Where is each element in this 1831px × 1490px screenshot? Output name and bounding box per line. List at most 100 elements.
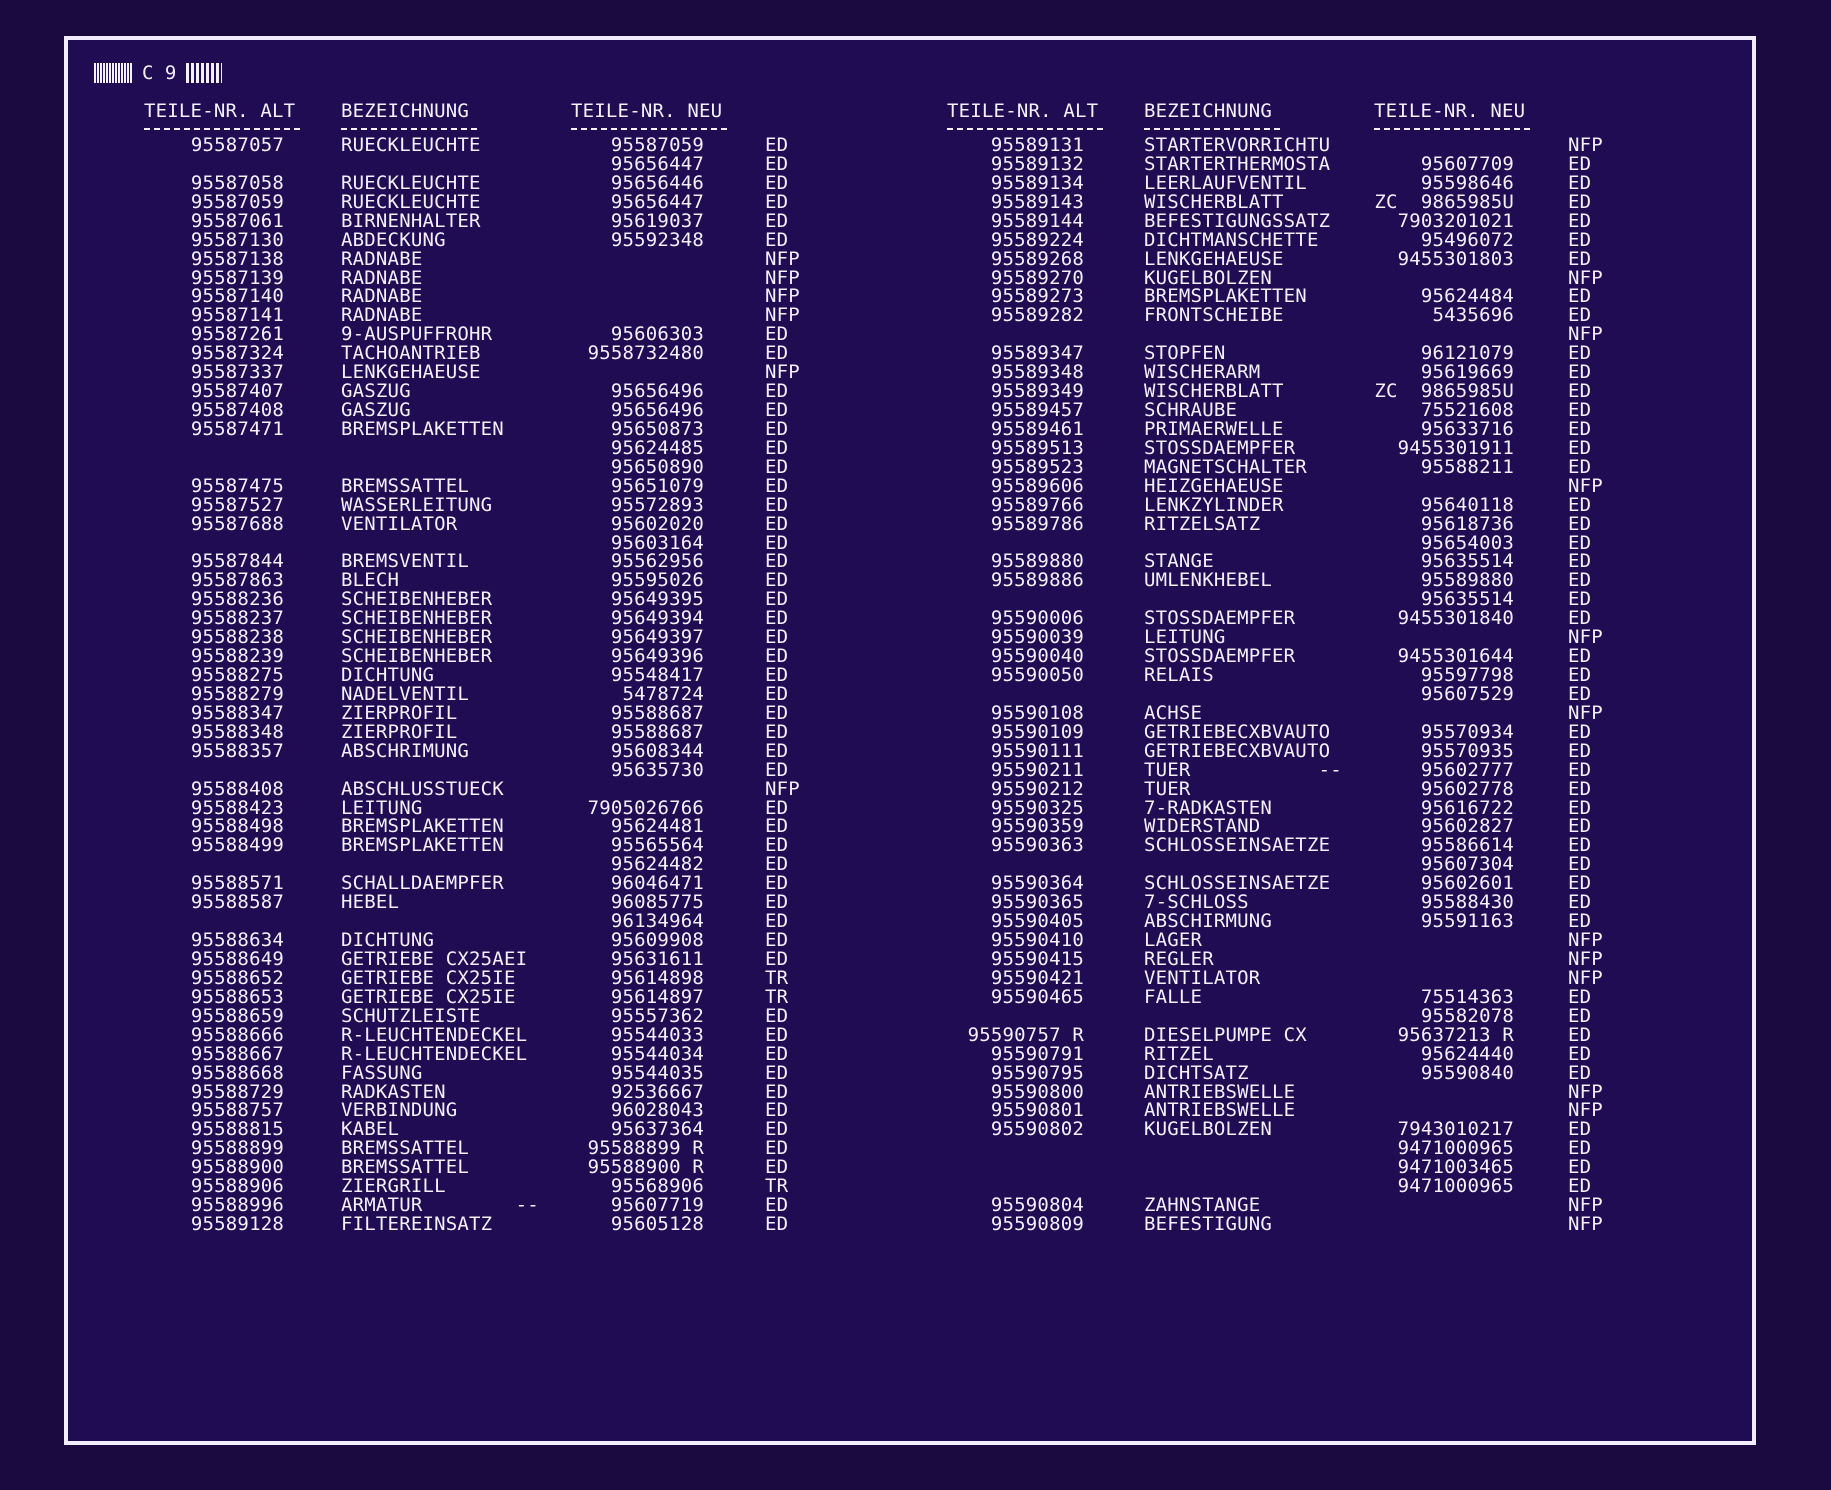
header-underline — [341, 128, 477, 130]
bezeichnung-cell: UMLENKHEBEL — [1144, 569, 1273, 592]
teile-nr-alt-cell: 95590212 — [990, 777, 1084, 800]
teile-nr-alt-cell: 95590802 — [990, 1118, 1084, 1141]
teile-nr-alt-cell: 95588357 — [190, 739, 284, 762]
bezeichnung-cell: RUECKLEUCHTE — [341, 171, 481, 194]
teile-nr-alt-cell: 95587471 — [190, 417, 284, 440]
teile-nr-alt-cell: 95589128 — [190, 1213, 284, 1235]
bezeichnung-cell: FILTEREINSATZ — [341, 1213, 493, 1235]
bezeichnung-cell: BREMSSATTEL — [341, 474, 470, 497]
bezeichnung-cell: DICHTSATZ — [1144, 1061, 1249, 1084]
teile-nr-neu-cell: 9558732480 — [587, 342, 704, 365]
teile-nr-alt-cell: 95588653 — [190, 985, 284, 1008]
bezeichnung-cell: FRONTSCHEIBE — [1144, 304, 1284, 327]
teile-nr-alt-cell: 95590757 R — [967, 1023, 1084, 1046]
teile-nr-alt-cell: 95587130 — [190, 228, 284, 251]
status-code-cell: ED — [1568, 1023, 1592, 1046]
bezeichnung-cell: TUER — [1144, 777, 1191, 800]
bezeichnung-cell: SCHUTZLEISTE — [341, 1004, 481, 1027]
teile-nr-neu-cell: 95591163 — [1420, 910, 1514, 933]
teile-nr-neu-cell: ZC 9865985U — [1374, 190, 1514, 213]
status-code-cell: ED — [765, 1042, 789, 1065]
barcode-mark — [94, 63, 132, 83]
status-code-cell: ED — [1568, 247, 1592, 270]
teile-nr-neu-cell: 95588687 — [610, 720, 704, 743]
teile-nr-neu-cell: 95624440 — [1420, 1042, 1514, 1065]
status-code-cell: ED — [1568, 1061, 1592, 1084]
teile-nr-neu-cell: 9455301840 — [1397, 607, 1514, 630]
teile-nr-alt-cell: 95590791 — [990, 1042, 1084, 1065]
teile-nr-neu-cell: 95544034 — [610, 1042, 704, 1065]
status-code-cell: ED — [765, 190, 789, 213]
teile-nr-alt-cell: 95590809 — [990, 1213, 1084, 1235]
status-code-cell: ED — [1568, 985, 1592, 1008]
header-bezeichnung: BEZEICHNUNG — [341, 100, 470, 122]
teile-nr-alt-cell: 95587057 — [190, 134, 284, 156]
header-teile-nr-alt: TEILE-NR. ALT — [947, 100, 1099, 122]
teile-nr-neu-cell: 75514363 — [1420, 985, 1514, 1008]
status-code-cell: ED — [1568, 739, 1592, 762]
bezeichnung-cell: LENKZYLINDER — [1144, 493, 1284, 516]
teile-nr-alt-cell: 95589224 — [990, 228, 1084, 251]
status-code-cell: ED — [765, 1213, 789, 1235]
bezeichnung-cell: HEBEL — [341, 891, 400, 914]
bezeichnung-cell: ABDECKUNG — [341, 228, 446, 251]
bezeichnung-cell: ZIERPROFIL — [341, 720, 458, 743]
teile-nr-alt-cell: 95589143 — [990, 190, 1084, 213]
header-underline — [1144, 128, 1280, 130]
teile-nr-alt-cell: 95589268 — [990, 247, 1084, 270]
teile-nr-alt-cell: 95589786 — [990, 512, 1084, 535]
status-code-cell: ED — [765, 1004, 789, 1027]
bezeichnung-cell: RUECKLEUCHTE — [341, 190, 481, 213]
status-code-cell: NFP — [1568, 474, 1603, 497]
teile-nr-neu-cell: 95635730 — [610, 758, 704, 781]
bezeichnung-cell: GETRIEBECXBVAUTO — [1144, 739, 1331, 762]
teile-nr-neu-cell: 95496072 — [1420, 228, 1514, 251]
teile-nr-neu-cell: 95656446 — [610, 171, 704, 194]
barcode-mark — [186, 63, 223, 83]
bezeichnung-cell: HEIZGEHAEUSE — [1144, 474, 1284, 497]
status-code-cell: ED — [765, 1023, 789, 1046]
teile-nr-neu-cell: 95656447 — [610, 190, 704, 213]
status-code-cell: ED — [765, 739, 789, 762]
status-code-cell: ED — [765, 493, 789, 516]
bezeichnung-cell: BREMSPLAKETTEN — [341, 834, 504, 857]
header-underline — [144, 128, 300, 130]
bezeichnung-cell: GETRIEBE CX25IE — [341, 985, 516, 1008]
bezeichnung-cell: VENTILATOR — [341, 512, 458, 535]
teile-nr-alt-cell: 95587061 — [190, 209, 284, 232]
teile-nr-neu-cell: 95651079 — [610, 474, 704, 497]
header-teile-nr-neu: TEILE-NR. NEU — [571, 100, 723, 122]
bezeichnung-cell: RUECKLEUCHTE — [341, 134, 481, 156]
teile-nr-alt-cell: 95588666 — [190, 1023, 284, 1046]
status-code-cell: ED — [765, 455, 789, 478]
teile-nr-neu-cell: 95557362 — [610, 1004, 704, 1027]
status-code-cell: ED — [1568, 171, 1592, 194]
teile-nr-alt-cell: 95590211 — [990, 758, 1084, 781]
teile-nr-alt-cell: 95588499 — [190, 834, 284, 857]
teile-nr-neu-cell: 5435696 — [1432, 304, 1514, 327]
teile-nr-neu-cell: 95570935 — [1420, 739, 1514, 762]
teile-nr-alt-cell: 95590050 — [990, 664, 1084, 687]
bezeichnung-cell: DIESELPUMPE CX — [1144, 1023, 1307, 1046]
teile-nr-neu-cell: 9471000965 — [1397, 1175, 1514, 1198]
teile-nr-alt-cell: 95588408 — [190, 777, 284, 800]
teile-nr-alt-cell: 95590465 — [990, 985, 1084, 1008]
teile-nr-alt-cell: 95588659 — [190, 1004, 284, 1027]
status-code-cell: ED — [765, 209, 789, 232]
teile-nr-alt-cell: 95589606 — [990, 474, 1084, 497]
teile-nr-neu-cell: 95602777 — [1420, 758, 1514, 781]
header-underline — [947, 128, 1103, 130]
teile-nr-alt-cell: 95589766 — [990, 493, 1084, 516]
teile-nr-neu-cell: 9455301803 — [1397, 247, 1514, 270]
status-code-cell: ED — [765, 758, 789, 781]
status-code-cell: TR — [765, 985, 789, 1008]
teile-nr-alt-cell: 95590111 — [990, 739, 1084, 762]
teile-nr-neu-cell: 95614897 — [610, 985, 704, 1008]
header-underline — [571, 128, 727, 130]
teile-nr-neu-cell: 95590840 — [1420, 1061, 1514, 1084]
bezeichnung-cell: ABSCHLUSSTUECK — [341, 777, 504, 800]
bezeichnung-cell: FASSUNG — [341, 1061, 423, 1084]
bezeichnung-cell: DICHTMANSCHETTE — [1144, 228, 1319, 251]
teile-nr-neu-cell: 95602778 — [1420, 777, 1514, 800]
teile-nr-alt-cell: 95589886 — [990, 569, 1084, 592]
